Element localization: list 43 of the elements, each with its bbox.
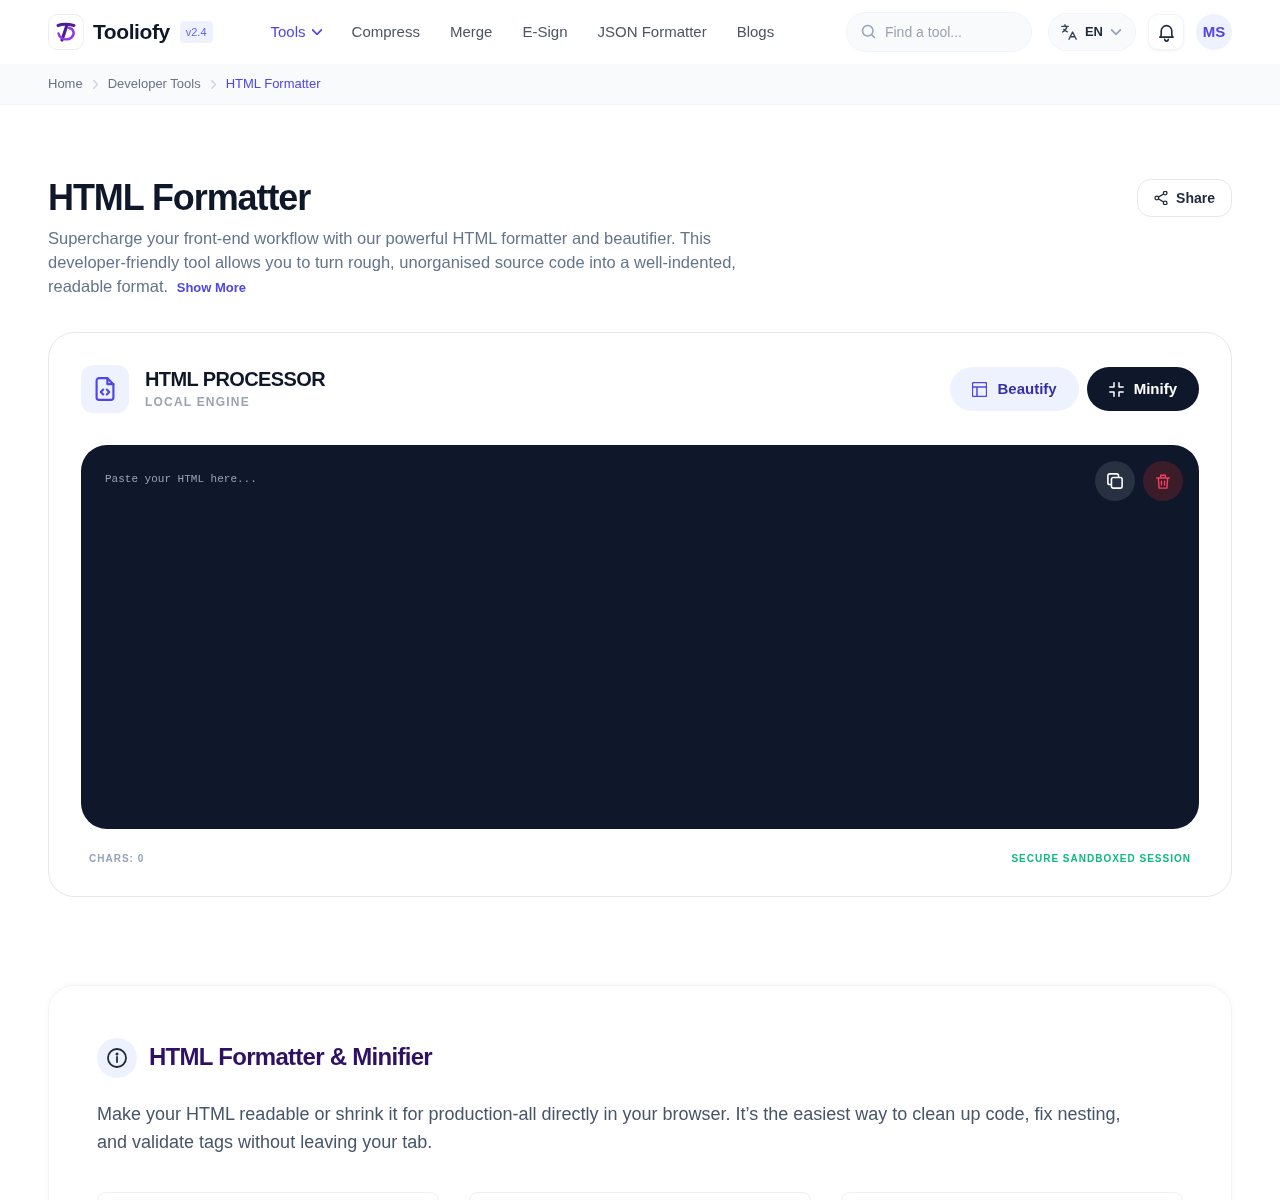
translate-icon xyxy=(1060,24,1077,40)
notifications-button[interactable] xyxy=(1148,14,1184,50)
breadcrumb-link[interactable]: Developer Tools xyxy=(107,74,201,94)
breadcrumb-link[interactable]: HTML Formatter xyxy=(225,74,321,94)
breadcrumb-link[interactable]: Home xyxy=(48,74,83,94)
chevron-down-icon xyxy=(311,29,322,35)
session-status: SECURE SANDBOXED SESSION xyxy=(1011,852,1191,867)
nav-link-item[interactable]: Blogs xyxy=(736,16,775,48)
chevron-down-icon xyxy=(1111,29,1121,35)
logo-icon[interactable] xyxy=(48,14,84,50)
trash-icon xyxy=(1156,473,1170,489)
nav-link-item[interactable]: E-Sign xyxy=(522,16,568,48)
minify-button[interactable]: Minify xyxy=(1086,367,1199,412)
brand-name: Tooliofy xyxy=(93,19,170,46)
info-icon xyxy=(97,1038,137,1079)
search-field[interactable]: Find a tool... xyxy=(845,12,1032,52)
about-title: HTML Formatter & Minifier xyxy=(149,1043,432,1072)
about-text: Make your HTML readable or shrink it for production-all directly in your browser. It’s the easiest way to clean up code, fix nesting, and validate tags without leaving your tab. xyxy=(97,1103,1122,1155)
processor-subtitle: LOCAL ENGINE xyxy=(145,393,251,411)
beautify-button[interactable]: Beautify xyxy=(950,367,1079,412)
version-badge: v2.4 xyxy=(179,20,213,44)
nav-link-item[interactable]: Compress xyxy=(351,16,420,48)
user-avatar[interactable]: MS xyxy=(1196,14,1232,50)
tools-menu-link[interactable]: Tools xyxy=(270,16,322,48)
copy-icon xyxy=(1107,473,1123,490)
bell-icon xyxy=(1157,22,1175,42)
chevron-right-icon xyxy=(92,79,98,89)
processor-title: HTML PROCESSOR xyxy=(145,367,326,390)
share-icon xyxy=(1154,191,1169,205)
language-selector[interactable]: EN xyxy=(1047,13,1136,51)
show-more-link[interactable]: Show More xyxy=(176,280,247,296)
chevron-right-icon xyxy=(210,79,216,89)
layout-icon xyxy=(972,381,988,397)
shrink-icon xyxy=(1108,381,1124,397)
search-icon xyxy=(860,24,876,39)
character-count: CHARS: 0 xyxy=(89,852,145,867)
file-code-icon xyxy=(81,365,129,414)
nav-link-item[interactable]: JSON Formatter xyxy=(597,16,707,48)
nav-link-item[interactable]: Merge xyxy=(449,16,493,48)
html-input-field[interactable]: Paste your HTML here... xyxy=(81,445,1199,830)
page-description: Supercharge your front-end workflow with our powerful HTML formatter and beautifier. This developer-friendly tool allows you to turn rough, unorganised source code into a well-indented, readable format. Show More xyxy=(48,228,737,298)
page-title: HTML Formatter xyxy=(48,177,312,219)
share-button[interactable]: Share xyxy=(1137,179,1232,217)
